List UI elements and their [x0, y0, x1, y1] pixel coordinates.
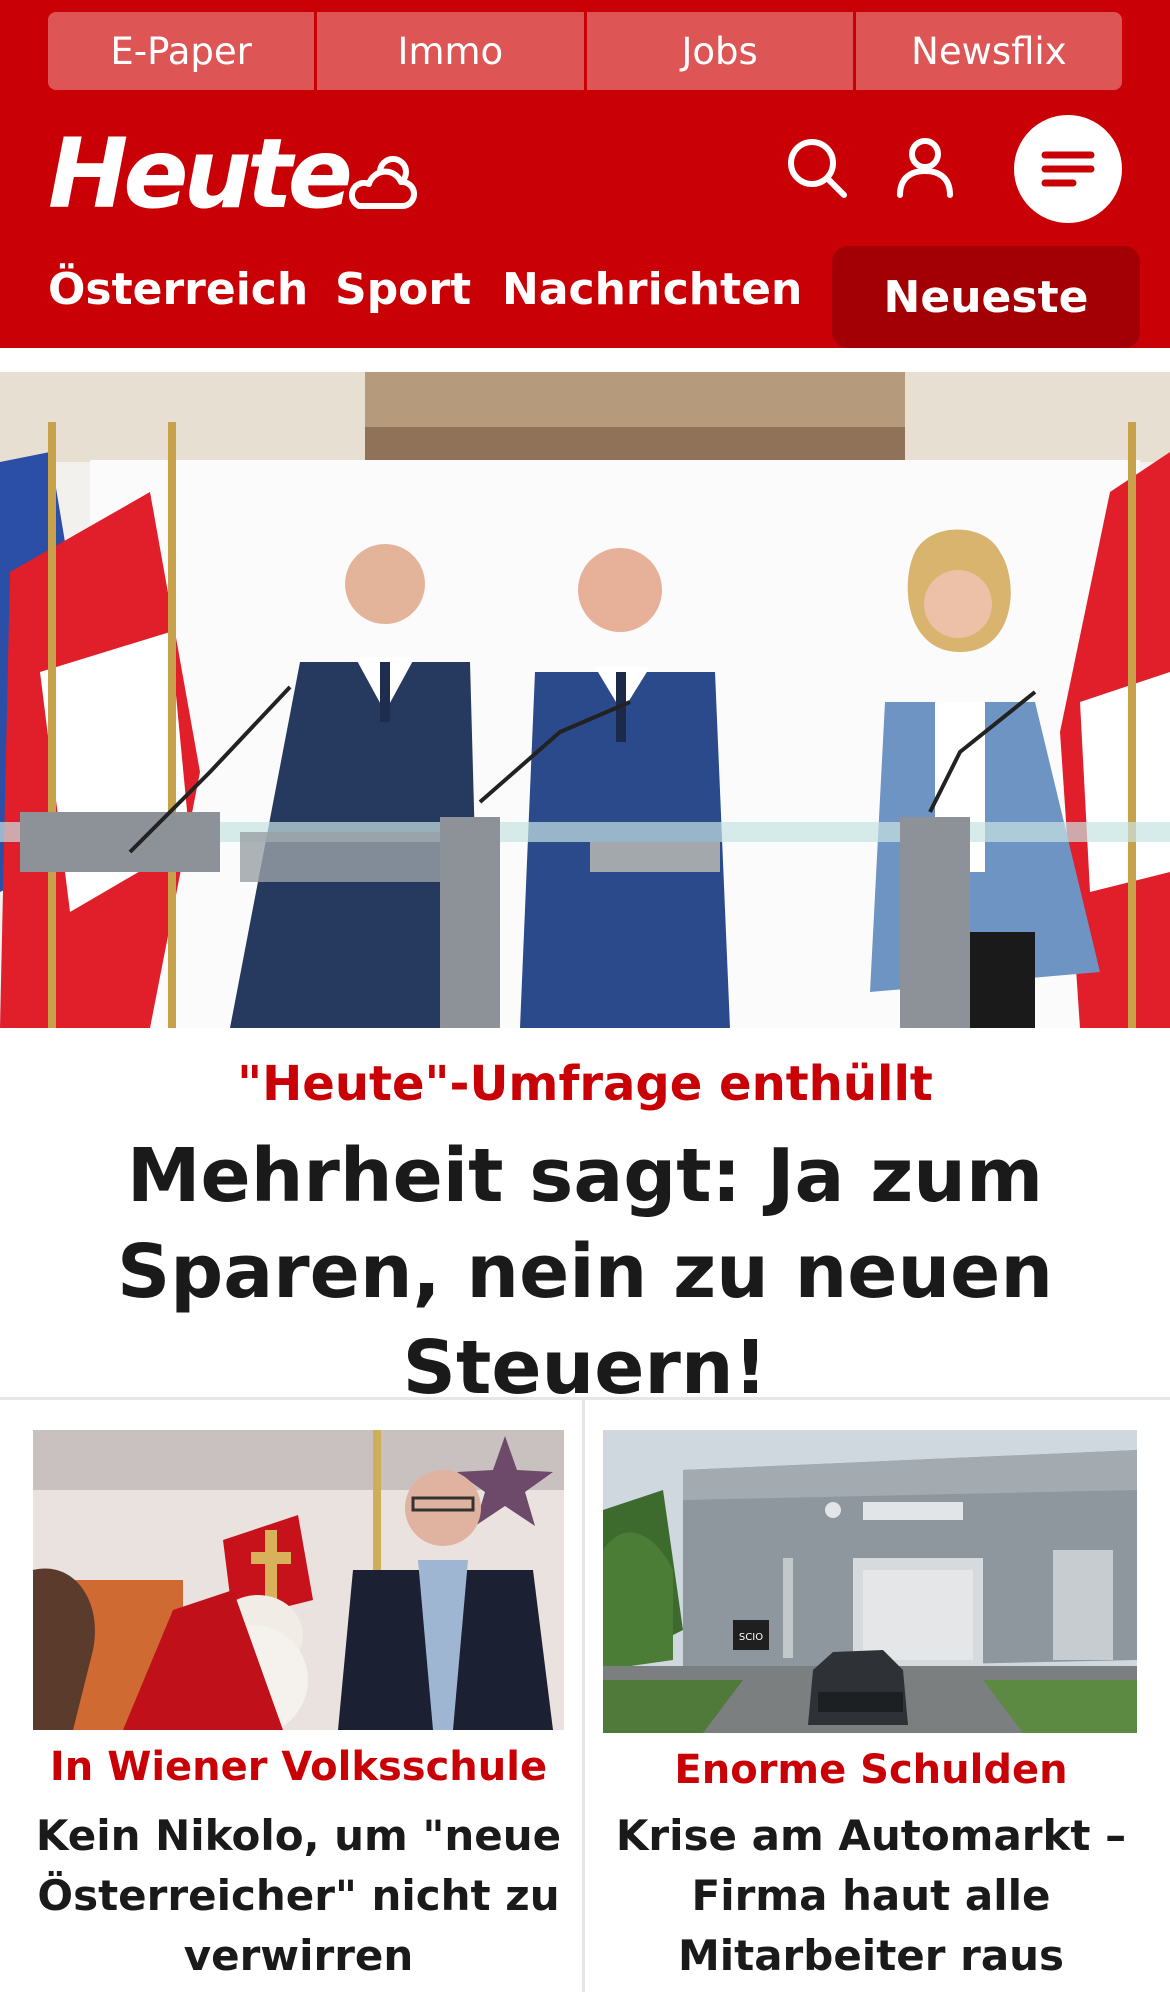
teaser-image-nikolo[interactable]	[33, 1430, 564, 1730]
menu-icon	[1041, 151, 1095, 187]
site-header: E-Paper Immo Jobs Newsflix Heute Österre…	[0, 0, 1170, 348]
column-divider	[582, 1400, 585, 1992]
nav-item-oesterreich[interactable]: Österreich	[48, 264, 308, 315]
user-icon[interactable]	[892, 135, 958, 201]
teaser-headline[interactable]: Kein Nikolo, um "neue Österreicher" nich…	[30, 1806, 567, 1986]
teaser-kicker[interactable]: In Wiener Volksschule	[0, 1744, 597, 1790]
section-divider	[0, 1397, 1170, 1400]
search-icon[interactable]	[784, 135, 850, 201]
service-links-bar: E-Paper Immo Jobs Newsflix	[48, 12, 1122, 90]
epaper-link[interactable]: E-Paper	[48, 12, 315, 90]
site-logo[interactable]: Heute	[48, 126, 353, 222]
hero-kicker[interactable]: "Heute"-Umfrage enthüllt	[0, 1056, 1170, 1112]
teaser-image-automarkt[interactable]: SCIO	[603, 1430, 1137, 1733]
jobs-link[interactable]: Jobs	[586, 12, 853, 90]
weather-icon[interactable]	[345, 150, 421, 214]
building-sign: SCIO	[739, 1632, 763, 1643]
hero-headline[interactable]: Mehrheit sagt: Ja zum Sparen, nein zu ne…	[40, 1128, 1130, 1416]
nav-item-sport[interactable]: Sport	[335, 264, 471, 315]
teaser-kicker[interactable]: Enorme Schulden	[585, 1747, 1157, 1793]
nav-item-nachrichten[interactable]: Nachrichten	[502, 264, 802, 315]
main-nav: Österreich Sport Nachrichten Neueste	[0, 246, 1170, 348]
newsflix-link[interactable]: Newsflix	[855, 12, 1122, 90]
teaser-headline[interactable]: Krise am Automarkt – Firma haut alle Mit…	[605, 1806, 1137, 1986]
hero-image[interactable]	[0, 372, 1170, 1028]
nav-item-neueste[interactable]: Neueste	[832, 246, 1140, 348]
immo-link[interactable]: Immo	[317, 12, 584, 90]
menu-button[interactable]	[1014, 115, 1122, 223]
